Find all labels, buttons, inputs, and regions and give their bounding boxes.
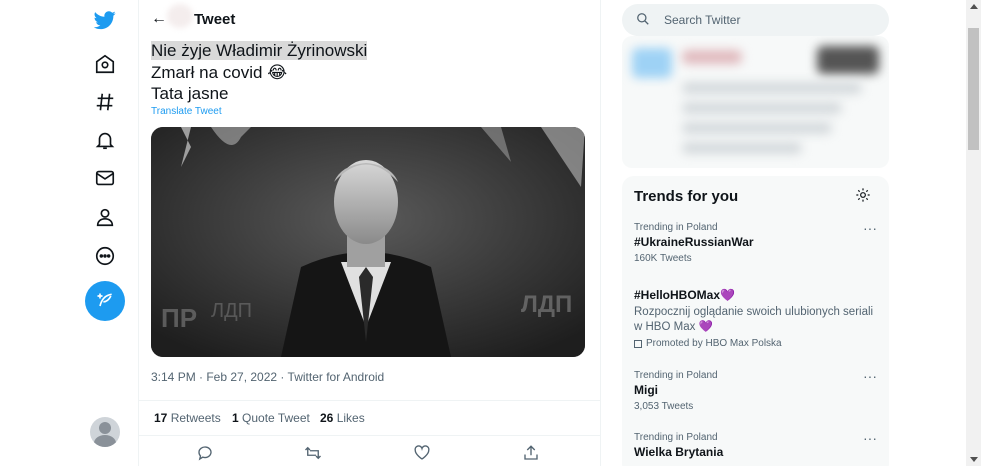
promoted-trend-item[interactable]: #HelloHBOMax💜 Rozpocznij oglądanie swoic… (634, 286, 879, 349)
promoted-label: Promoted by HBO Max Polska (634, 338, 879, 349)
retweets-label: Retweets (170, 411, 221, 425)
tweet-line-1: Nie żyje Władimir Żyrinowski (151, 41, 368, 60)
tweet-line-3: Tata jasne (151, 84, 229, 103)
feather-plus-icon (97, 293, 112, 307)
explore-hashtag-icon[interactable] (80, 82, 130, 122)
twitter-bird-svg (94, 11, 116, 30)
trend-name-text: #HelloHBOMax (634, 288, 721, 302)
page-title: Tweet (194, 11, 236, 28)
profile-person-icon[interactable] (80, 197, 130, 237)
likes-stat[interactable]: 26 Likes (320, 411, 365, 425)
retweet-icon[interactable] (304, 444, 324, 464)
search-placeholder: Search Twitter (664, 13, 741, 27)
trend-name: Migi (634, 383, 658, 397)
blur-block (682, 82, 862, 94)
hashtag-svg (96, 93, 114, 111)
more-circle-icon[interactable] (80, 236, 130, 276)
promoted-text: Promoted by HBO Max Polska (646, 338, 782, 349)
trend-name: #UkraineRussianWar (634, 235, 754, 249)
search-box[interactable]: Search Twitter (622, 4, 889, 36)
tweet-photo-svg: ПР ЛДП ЛДП (151, 127, 585, 357)
likes-label: Likes (336, 411, 365, 425)
tweet-stats: 17 Retweets 1 Quote Tweet 26 Likes (139, 400, 600, 436)
tweet-body: Nie żyje Władimir Żyrinowski Zmarł na co… (151, 40, 368, 105)
blur-block (632, 48, 672, 78)
trend-item[interactable]: Trending in Poland Migi 3,053 Tweets ··· (634, 368, 879, 412)
back-arrow-icon[interactable]: ← (151, 10, 167, 28)
blur-block (817, 46, 879, 74)
retweets-count: 17 (154, 411, 168, 425)
retweets-stat[interactable]: 17 Retweets (154, 411, 221, 425)
tweet-actions (139, 440, 600, 466)
tweet-line-2: Zmarł na covid (151, 62, 263, 82)
trend-context: Trending in Poland (634, 432, 718, 443)
bell-svg (95, 132, 115, 150)
share-icon[interactable] (522, 444, 542, 464)
likes-count: 26 (320, 411, 334, 425)
twitter-logo-icon[interactable] (80, 0, 130, 40)
home-icon[interactable] (80, 44, 130, 84)
envelope-svg (95, 170, 115, 186)
quote-tweets-label: Quote Tweet (242, 411, 310, 425)
right-divider (600, 0, 601, 466)
trend-item[interactable]: Trending in Poland #UkraineRussianWar 16… (634, 220, 879, 264)
promoted-icon (634, 339, 642, 348)
like-heart-icon[interactable] (413, 444, 433, 464)
laughing-emoji-icon: 😂 (267, 62, 288, 82)
trend-name: Wielka Brytania (634, 445, 724, 459)
banner-text-left2: ЛДП (211, 300, 252, 322)
tweet-timestamp[interactable]: 3:14 PM · Feb 27, 2022 · Twitter for And… (151, 370, 384, 384)
more-options-icon[interactable]: ··· (863, 220, 877, 236)
account-avatar[interactable] (90, 417, 120, 447)
trends-title: Trends for you (634, 188, 739, 205)
purple-heart-icon: 💜 (720, 288, 735, 302)
person-svg (96, 208, 114, 227)
scrollbar-thumb[interactable] (968, 28, 979, 150)
home-svg (95, 54, 115, 74)
tweet-column: ← Tweet Nie żyje Władimir Żyrinowski Zma… (139, 0, 600, 466)
blur-block (682, 102, 842, 114)
blurred-panel (622, 36, 889, 168)
search-icon (637, 13, 649, 25)
trend-name: #HelloHBOMax💜 (634, 288, 879, 302)
messages-envelope-icon[interactable] (80, 158, 130, 198)
trend-count: 3,053 Tweets (634, 401, 694, 412)
compose-tweet-button[interactable] (85, 281, 125, 321)
blurred-avatar (167, 4, 193, 28)
more-options-icon[interactable]: ··· (863, 368, 877, 384)
trend-description-text: Rozpocznij oglądanie swoich ulubionych s… (634, 306, 874, 333)
tweet-header: ← Tweet (139, 0, 600, 40)
scroll-up-arrow-icon[interactable] (970, 4, 978, 9)
translate-tweet-link[interactable]: Translate Tweet (151, 106, 222, 117)
gear-icon[interactable] (855, 187, 871, 208)
trend-context: Trending in Poland (634, 370, 718, 381)
trend-context: Trending in Poland (634, 222, 718, 233)
page-scrollbar[interactable] (966, 0, 981, 466)
notifications-bell-icon[interactable] (80, 120, 130, 160)
purple-heart-icon: 💜 (698, 321, 713, 333)
quote-tweets-count: 1 (232, 411, 239, 425)
scroll-down-arrow-icon[interactable] (970, 457, 978, 462)
banner-text-right: ЛДП (521, 291, 572, 318)
quote-tweets-stat[interactable]: 1 Quote Tweet (232, 411, 310, 425)
trend-description: Rozpocznij oglądanie swoich ulubionych s… (634, 305, 879, 335)
reply-icon[interactable] (196, 444, 216, 464)
trend-count: 160K Tweets (634, 253, 692, 264)
trend-item[interactable]: Trending in Poland Wielka Brytania ··· (634, 430, 879, 459)
blur-block (682, 122, 832, 134)
blur-block (682, 142, 802, 154)
more-circle-svg (95, 246, 115, 266)
tweet-image[interactable]: ПР ЛДП ЛДП (151, 127, 585, 357)
left-nav (70, 0, 140, 466)
more-options-icon[interactable]: ··· (863, 430, 877, 446)
blur-block (682, 50, 742, 64)
banner-text-left: ПР (161, 303, 197, 333)
trends-panel: Trends for you Trending in Poland #Ukrai… (622, 176, 889, 466)
